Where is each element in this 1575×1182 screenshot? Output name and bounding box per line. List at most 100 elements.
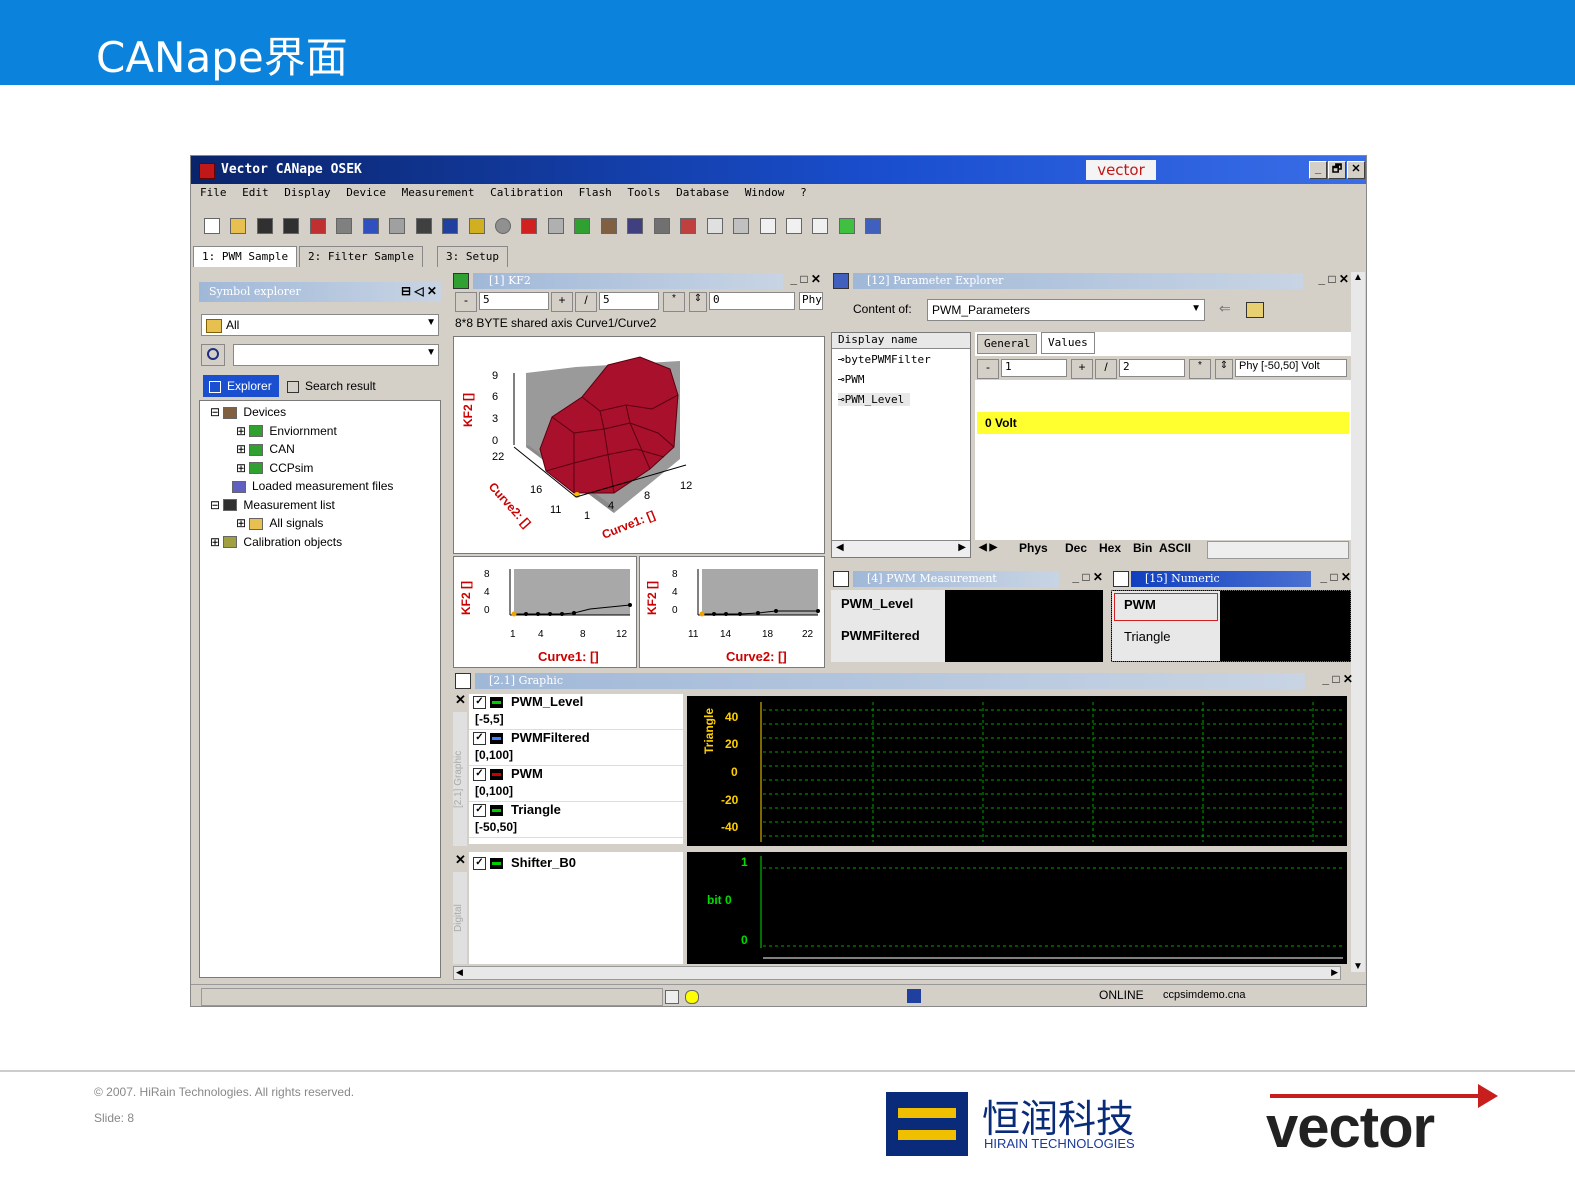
kf2-titlebar[interactable]: [1] KF2 _ □ ✕	[453, 272, 825, 290]
window-controls-icon[interactable]: _ □ ✕	[1322, 672, 1353, 686]
signal-row[interactable]: ✓ Triangle [-50,50]	[469, 802, 683, 838]
disconnect-icon[interactable]	[389, 218, 406, 234]
align-center-icon[interactable]	[785, 218, 802, 234]
stepper-icon[interactable]: ⇕	[689, 292, 707, 312]
increment-button[interactable]: +	[1071, 359, 1093, 379]
parameter-icon[interactable]	[521, 218, 538, 234]
tab-search-result[interactable]: Search result	[283, 375, 383, 397]
content-of-select[interactable]: PWM_Parameters ▼	[927, 299, 1205, 321]
flash-icon[interactable]	[468, 218, 485, 234]
move-icon[interactable]	[680, 218, 697, 234]
back-arrow-icon[interactable]: ⇐	[1219, 300, 1231, 317]
tree-expander[interactable]: ⊞	[210, 535, 220, 549]
signal-pwm[interactable]: PWM	[1124, 597, 1156, 612]
divide-button[interactable]: /	[1095, 359, 1117, 379]
divide-button[interactable]: /	[575, 292, 597, 312]
graphic-horizontal-scrollbar[interactable]: ◀ ▶	[453, 966, 1341, 980]
param-value-display[interactable]: 0 Volt	[977, 412, 1349, 434]
stepper-icon[interactable]	[547, 218, 564, 234]
menu-database[interactable]: Database	[676, 186, 729, 199]
tab-setup[interactable]: 3: Setup	[437, 246, 508, 267]
tool-icon[interactable]	[600, 218, 617, 234]
checkbox[interactable]: ✓	[473, 857, 486, 871]
connect-icon[interactable]	[415, 218, 432, 234]
folder-up-icon[interactable]	[1246, 302, 1264, 318]
layout-icon[interactable]	[733, 218, 750, 234]
scroll-right-icon[interactable]: ▶	[958, 542, 966, 553]
param-item-selected[interactable]: ⊸PWM_Level	[838, 393, 911, 406]
kf2-3d-map[interactable]: KF2 [] 9 6 3 0 22 16 11 1 4 8 12 Curve2:…	[453, 336, 825, 554]
scroll-right-icon[interactable]: ▶	[1331, 967, 1338, 978]
align-left-icon[interactable]	[759, 218, 776, 234]
window-controls-icon[interactable]: _ □ ✕	[1320, 570, 1351, 584]
tab-ascii[interactable]: ASCII	[1159, 541, 1191, 555]
scroll-left-icon[interactable]: ◀	[456, 967, 463, 978]
tab-dec[interactable]: Dec	[1065, 541, 1087, 555]
format-scrollbar[interactable]	[1207, 541, 1349, 559]
symbol-filter-select[interactable]: All ▼	[201, 314, 439, 336]
decrement-button[interactable]: -	[977, 359, 999, 379]
tree-item-devices[interactable]: ⊟ Devices	[200, 403, 440, 422]
window-controls-icon[interactable]: _ □ ✕	[1318, 272, 1349, 286]
tree-expander[interactable]: ⊟	[210, 405, 220, 419]
menu-calibration[interactable]: Calibration	[490, 186, 563, 199]
scroll-left-icon[interactable]: ◀ ▶	[979, 542, 997, 553]
increment-button[interactable]: +	[551, 292, 573, 312]
tree-item-can[interactable]: ⊞ CAN	[200, 440, 440, 459]
db-editor-icon[interactable]	[362, 218, 379, 234]
save-icon[interactable]	[256, 218, 273, 234]
tab-pwm-sample[interactable]: 1: PWM Sample	[193, 246, 298, 267]
scroll-left-icon[interactable]: ◀	[836, 542, 844, 553]
tree-item-ccpsim[interactable]: ⊞ CCPsim	[200, 459, 440, 478]
scroll-down-icon[interactable]: ▼	[1353, 961, 1363, 972]
device-config-icon[interactable]	[309, 218, 326, 234]
save-all-icon[interactable]	[283, 218, 300, 234]
signal-pwm-level[interactable]: PWM_Level	[841, 596, 913, 611]
multiply-button[interactable]: *	[1189, 359, 1211, 379]
graphic-plot-area[interactable]: Triangle 40 20 0 -20 -40	[687, 696, 1347, 846]
graphic-titlebar[interactable]: [2.1] Graphic _ □ ✕	[453, 672, 1365, 690]
signal-row[interactable]: ✓ PWM_Level [-5,5]	[469, 694, 683, 730]
checkbox[interactable]: ✓	[473, 804, 486, 818]
signal-triangle[interactable]: Triangle	[1124, 629, 1170, 644]
tree-item-environment[interactable]: ⊞ Enviornment	[200, 422, 440, 441]
param-field2[interactable]: 2	[1119, 359, 1185, 377]
align-right-icon[interactable]	[812, 218, 829, 234]
tab-filter-sample[interactable]: 2: Filter Sample	[299, 246, 423, 267]
menu-help[interactable]: ?	[800, 186, 807, 199]
minimize-button[interactable]: _	[1309, 161, 1327, 179]
digital-plot-area[interactable]: 1 0 bit 0	[687, 852, 1347, 964]
open-folder-icon[interactable]	[230, 218, 247, 234]
tab-explorer[interactable]: Explorer	[203, 375, 279, 397]
close-icon[interactable]: ✕	[455, 852, 466, 868]
tree-expander[interactable]: ⊞	[236, 424, 246, 438]
new-file-icon[interactable]	[204, 218, 220, 234]
menu-file[interactable]: File	[200, 186, 227, 199]
numeric-titlebar[interactable]: [15] Numeric _ □ ✕	[1111, 570, 1351, 588]
signal-pwm-filtered[interactable]: PWMFiltered	[841, 628, 920, 643]
symbol-search-input[interactable]: ▼	[233, 344, 439, 366]
stepper-icon[interactable]: ⇕	[1215, 359, 1233, 379]
menu-tools[interactable]: Tools	[627, 186, 660, 199]
pwm-measurement-titlebar[interactable]: [4] PWM Measurement _ □ ✕	[831, 570, 1103, 588]
signal-row[interactable]: ✓ Shifter_B0	[469, 852, 683, 874]
param-explorer-titlebar[interactable]: [12] Parameter Explorer _ □ ✕	[831, 272, 1361, 290]
display-icon[interactable]	[442, 218, 459, 234]
calculator-icon[interactable]	[653, 218, 670, 234]
kf2-field3[interactable]: 0	[709, 292, 795, 310]
pin-icon[interactable]: ⊟ ◁ ✕	[401, 284, 437, 298]
tree-expander[interactable]: ⊞	[236, 461, 246, 475]
kf2-field2[interactable]: 5	[599, 292, 659, 310]
checkbox[interactable]: ✓	[473, 768, 486, 782]
window-controls-icon[interactable]: _ □ ✕	[1072, 570, 1103, 584]
tree-item-loaded-files[interactable]: Loaded measurement files	[200, 477, 440, 496]
vertical-scrollbar[interactable]: ▲ ▼	[1351, 272, 1365, 972]
monitor-icon[interactable]	[574, 218, 591, 234]
tree-expander[interactable]: ⊞	[236, 516, 246, 530]
function-icon[interactable]	[627, 218, 644, 234]
curve2-chart[interactable]: KF2 [] 8 4 0 11 14 18 22 Curve2: []	[639, 556, 825, 668]
signal-row[interactable]: ✓ PWMFiltered [0,100]	[469, 730, 683, 766]
close-icon[interactable]: ✕	[455, 692, 466, 708]
tree-expander[interactable]: ⊞	[236, 442, 246, 456]
tab-phys[interactable]: Phys	[1019, 541, 1048, 555]
